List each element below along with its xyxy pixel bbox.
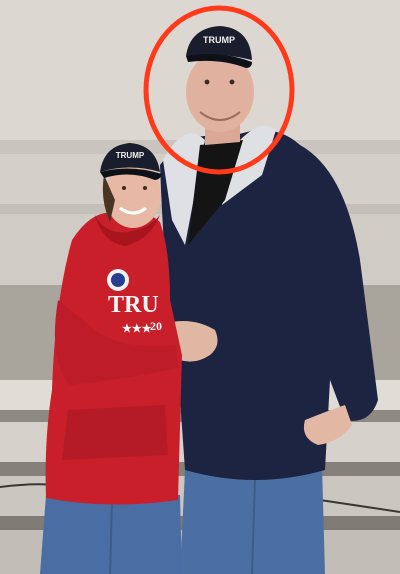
woman-eye-right bbox=[143, 186, 147, 190]
hoodie-year: 20 bbox=[150, 319, 162, 333]
photo-illustration: TRUMP TRU ★★★ 20 TRUMP bbox=[0, 0, 400, 574]
man-eye-left bbox=[204, 79, 210, 85]
photo-scene: TRUMP TRU ★★★ 20 TRUMP bbox=[0, 0, 400, 574]
man-cap-text: TRUMP bbox=[203, 35, 235, 45]
hoodie-stars: ★★★ bbox=[122, 323, 152, 335]
woman-cap-text: TRUMP bbox=[116, 151, 145, 160]
man-eye-right bbox=[229, 79, 235, 85]
woman-eye-left bbox=[122, 186, 126, 190]
hoodie-print-text: TRU bbox=[108, 292, 159, 318]
hoodie-logo-inner bbox=[111, 273, 125, 287]
woman-hoodie-pocket bbox=[62, 405, 168, 460]
